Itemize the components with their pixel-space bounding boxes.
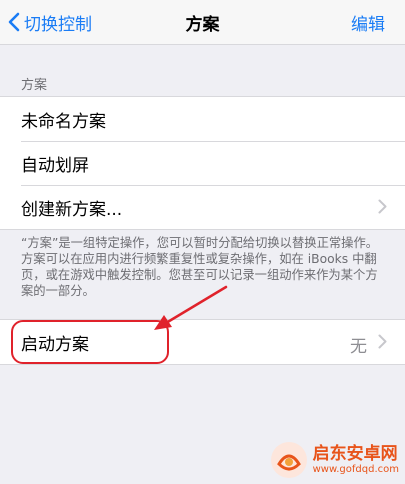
recipes-footer-note: “方案”是一组特定操作，您可以暂时分配给切换以替换正常操作。方案可以在应用内进行… (21, 236, 379, 298)
watermark: 启东安卓网 www.gofdqd.com (269, 440, 399, 480)
launch-group: 启动方案 无 (0, 319, 405, 365)
launch-recipe-row[interactable]: 启动方案 无 (0, 320, 405, 364)
launch-recipe-value: 无 (350, 337, 367, 357)
chevron-right-icon (378, 199, 387, 214)
watermark-name: 启东安卓网 (312, 444, 398, 464)
watermark-url: www.gofdqd.com (312, 464, 399, 475)
launch-recipe-label: 启动方案 (21, 334, 89, 355)
section-header: 方案 (21, 78, 48, 93)
create-new-recipe[interactable]: 创建新方案... (0, 185, 405, 229)
chevron-right-icon (378, 334, 387, 349)
recipe-item-label: 未命名方案 (21, 111, 106, 132)
navigation-bar: 切换控制 方案 编辑 (0, 0, 405, 45)
edit-button[interactable]: 编辑 (351, 10, 385, 35)
recipe-item-label: 自动划屏 (21, 155, 89, 176)
create-new-recipe-label: 创建新方案... (21, 199, 123, 220)
recipe-item-unnamed[interactable]: 未命名方案 (0, 97, 405, 141)
page-title: 方案 (185, 15, 220, 35)
recipe-item-auto-scroll[interactable]: 自动划屏 (0, 141, 405, 185)
recipes-group: 未命名方案 自动划屏 创建新方案... (0, 96, 405, 230)
watermark-logo-icon (270, 442, 307, 478)
